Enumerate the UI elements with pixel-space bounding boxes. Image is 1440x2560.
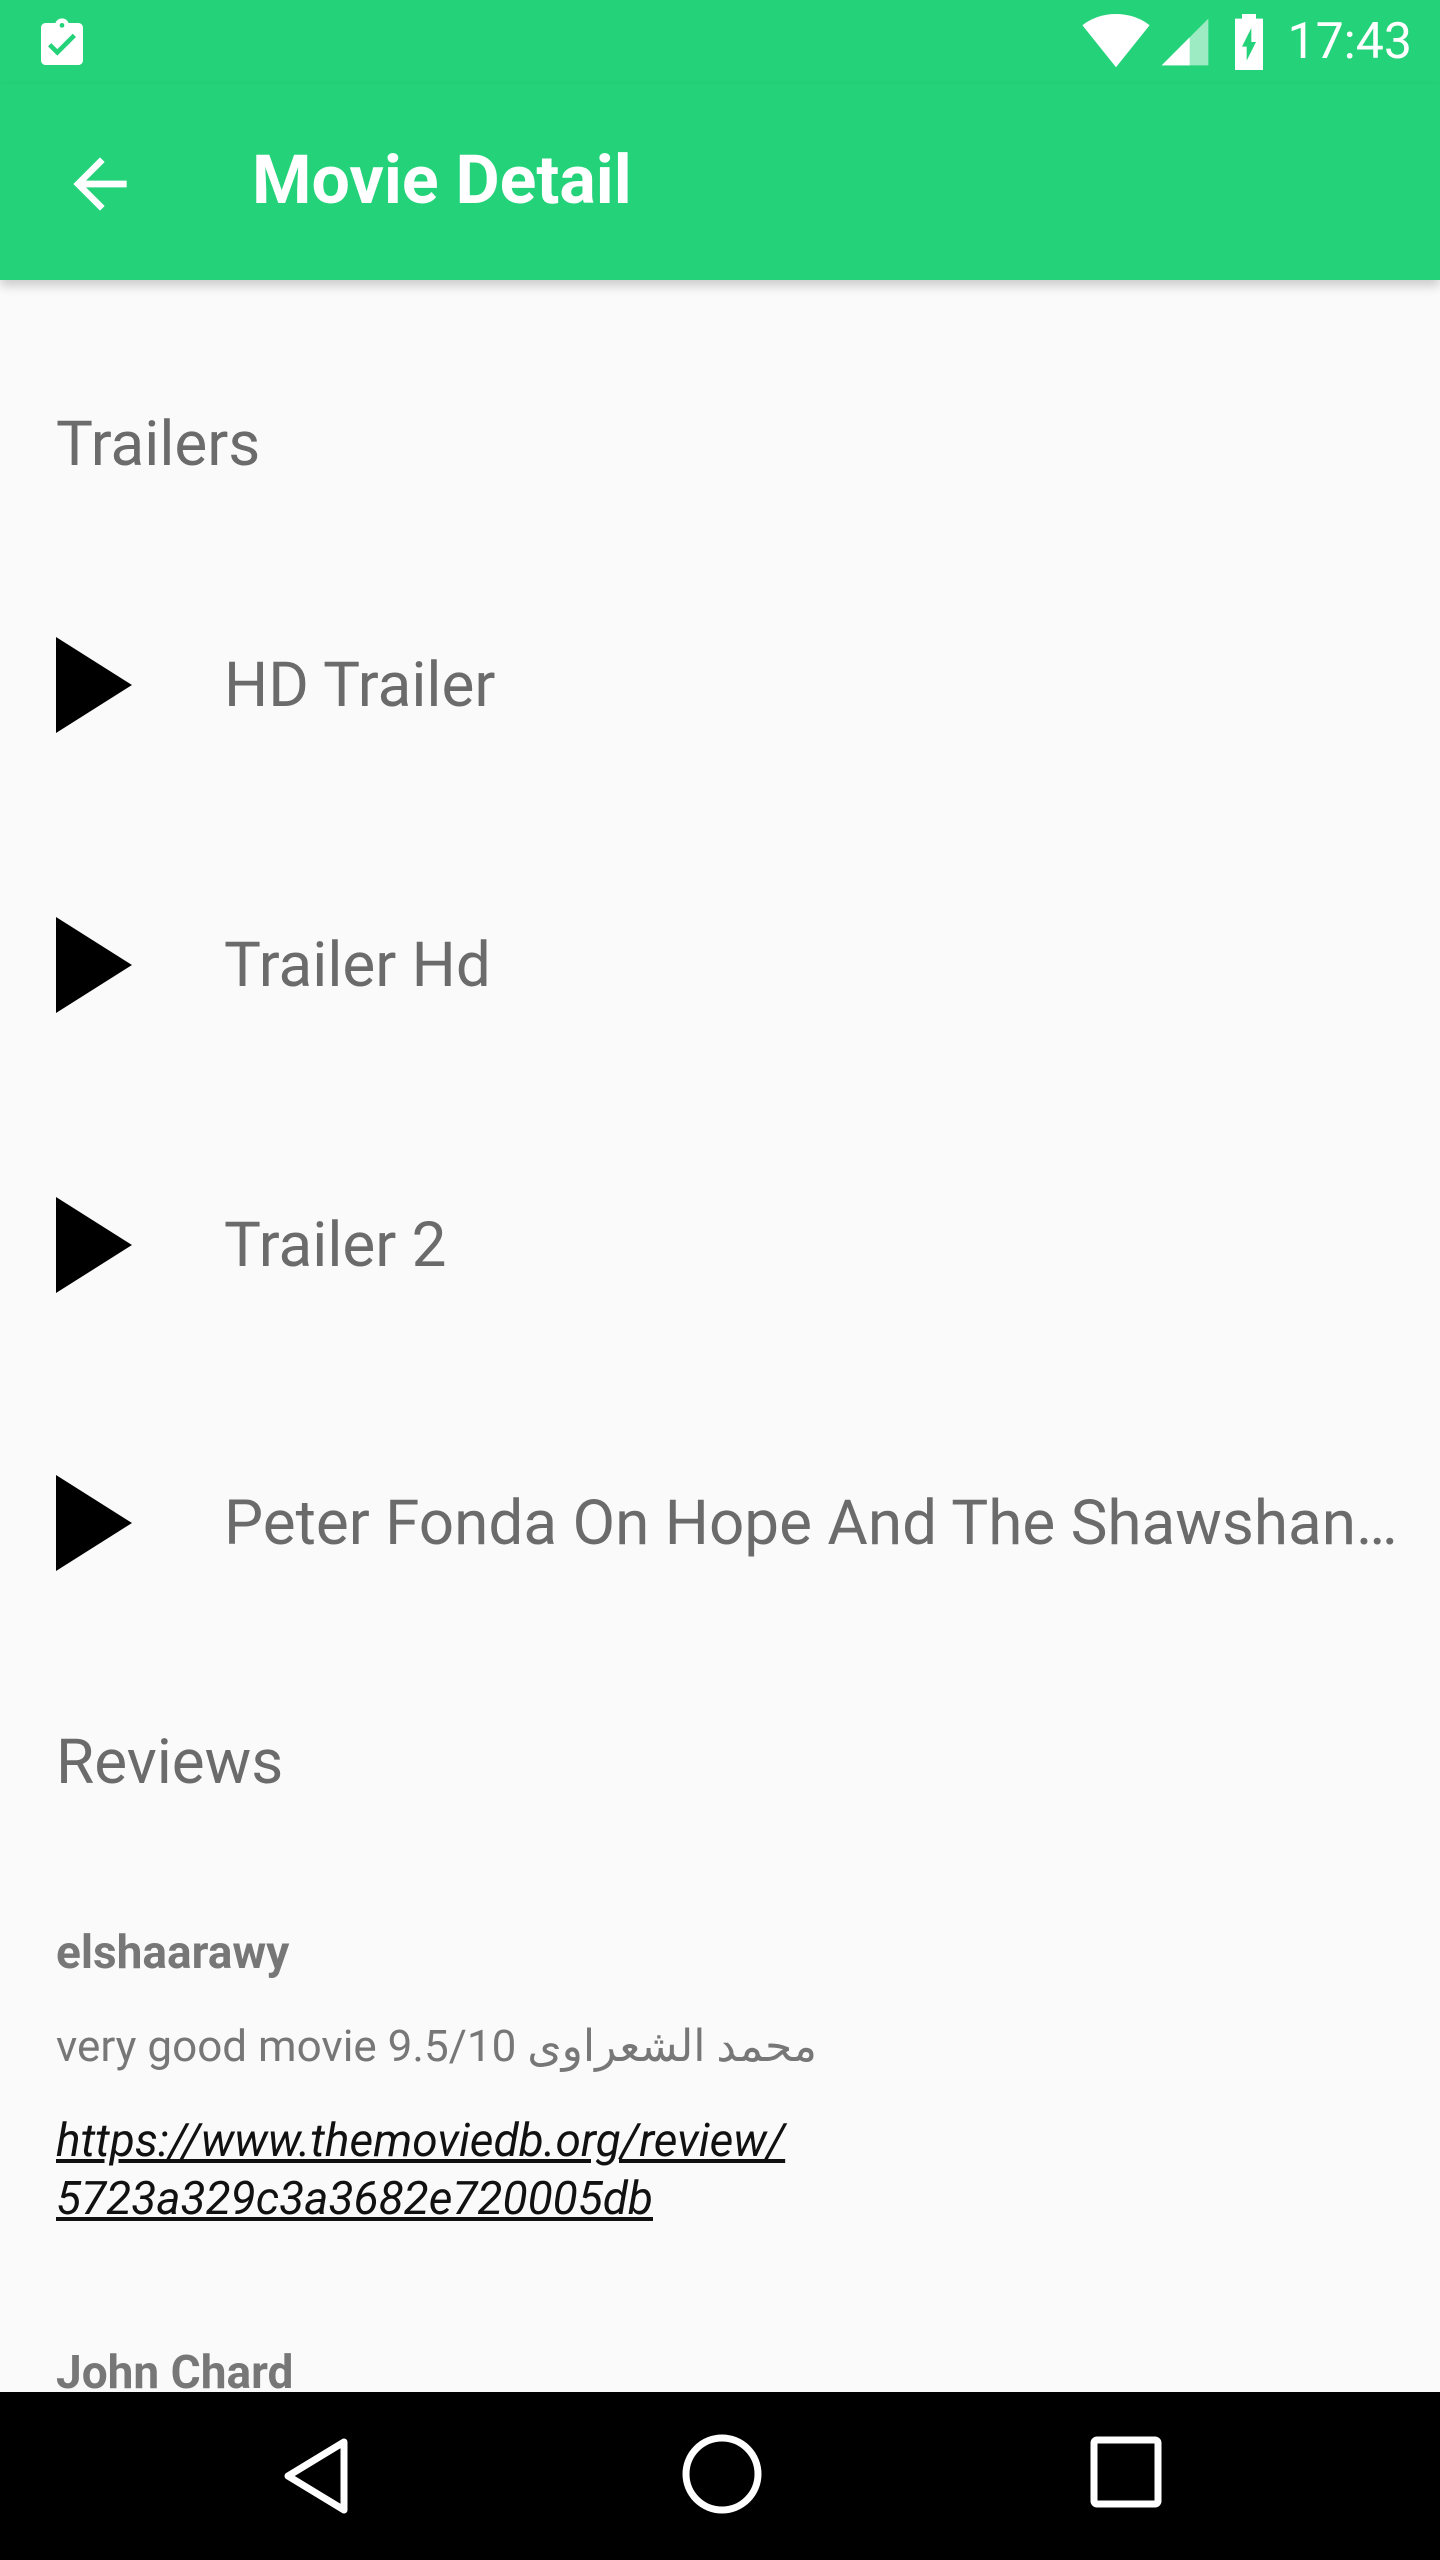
trailer-label: Peter Fonda On Hope And The Shawshank Re… <box>224 1486 1420 1560</box>
play-icon <box>56 917 132 1013</box>
arrow-back-icon[interactable] <box>60 144 140 224</box>
page-title: Movie Detail <box>252 140 632 220</box>
movie-detail-content[interactable]: Trailers HD Trailer Trailer Hd Trailer 2… <box>0 280 1440 2392</box>
trailer-label: Trailer Hd <box>224 928 491 1002</box>
trailer-item[interactable]: Trailer Hd <box>0 870 1440 1060</box>
trailer-item[interactable]: Peter Fonda On Hope And The Shawshank Re… <box>0 1428 1440 1618</box>
nav-home-icon[interactable] <box>680 2432 764 2516</box>
status-bar: 17:43 <box>0 0 1440 84</box>
trailer-item[interactable]: HD Trailer <box>0 590 1440 780</box>
play-icon <box>56 1475 132 1571</box>
review-link[interactable]: https://www.themoviedb.org/review/ 5723a… <box>56 2112 1056 2228</box>
clipboard-check-icon <box>41 18 83 65</box>
play-icon <box>56 1197 132 1293</box>
status-time: 17:43 <box>1287 13 1412 71</box>
reviews-heading: Reviews <box>56 1726 284 1799</box>
nav-back-icon[interactable] <box>280 2436 352 2516</box>
signal-icon <box>1162 18 1209 66</box>
play-icon <box>56 637 132 733</box>
nav-recents-icon[interactable] <box>1088 2434 1164 2510</box>
trailer-item[interactable]: Trailer 2 <box>0 1150 1440 1340</box>
review-link-line: https://www.themoviedb.org/review/ <box>56 2114 786 2168</box>
review-content: very good movie 9.5/10 محمد الشعراوى <box>56 2020 817 2072</box>
trailers-heading: Trailers <box>56 408 261 481</box>
review-author: elshaarawy <box>56 1926 290 1980</box>
status-indicators: 17:43 <box>1081 12 1412 72</box>
wifi-icon <box>1082 14 1151 68</box>
navigation-bar <box>0 2392 1440 2560</box>
app-bar: Movie Detail <box>0 84 1440 280</box>
battery-charging-icon <box>1235 14 1264 70</box>
review-link-line: 5723a329c3a3682e720005db <box>56 2172 653 2226</box>
trailer-label: HD Trailer <box>224 648 496 722</box>
review-author: John Chard <box>56 2346 294 2392</box>
trailer-label: Trailer 2 <box>224 1208 447 1282</box>
